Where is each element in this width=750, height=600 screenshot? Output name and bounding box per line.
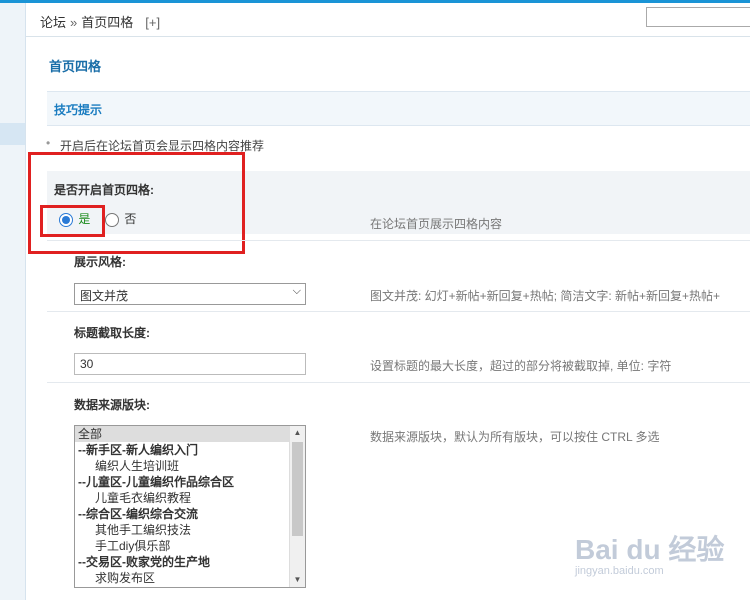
scrollbar-thumb[interactable]: [292, 442, 303, 536]
add-shortcut-button[interactable]: [+]: [145, 15, 160, 30]
divider: [366, 382, 750, 383]
style-label: 展示风格:: [74, 255, 126, 269]
breadcrumb-root[interactable]: 论坛: [40, 15, 66, 30]
list-item[interactable]: --儿童区-儿童编织作品综合区: [75, 474, 305, 490]
title-length-input[interactable]: 30: [74, 353, 306, 375]
page-title: 首页四格: [49, 59, 102, 74]
main-content: 首页四格 技巧提示 开启后在论坛首页会显示四格内容推荐 是否开启首页四格: 是 …: [26, 37, 750, 600]
breadcrumb-separator: »: [70, 15, 78, 30]
source-listbox[interactable]: 全部 --新手区-新人编织入门 编织人生培训班 --儿童区-儿童编织作品综合区 …: [74, 425, 306, 588]
list-item[interactable]: 求购发布区: [75, 570, 305, 586]
list-item[interactable]: 全部: [75, 426, 305, 442]
enable-hint: 在论坛首页展示四格内容: [370, 217, 503, 231]
scroll-down-icon[interactable]: ▼: [290, 573, 305, 587]
chevron-down-icon: ⌵: [292, 285, 301, 297]
title-length-hint: 设置标题的最大长度，超过的部分将被截取掉, 单位: 字符: [370, 359, 672, 373]
divider: [47, 240, 367, 241]
list-item[interactable]: --交易区-败家党的生产地: [75, 554, 305, 570]
listbox-scrollbar[interactable]: ▲ ▼: [289, 426, 305, 587]
annotation-highlight-yes: [40, 205, 105, 237]
divider: [47, 311, 367, 312]
source-label: 数据来源版块:: [74, 398, 150, 412]
list-item[interactable]: 其他手工编织技法: [75, 522, 305, 538]
list-item[interactable]: 手工diy俱乐部: [75, 538, 305, 554]
tips-title: 技巧提示: [54, 103, 103, 117]
divider: [366, 311, 750, 312]
style-select[interactable]: 图文并茂 ⌵: [74, 283, 306, 305]
divider: [47, 382, 367, 383]
list-item[interactable]: 儿童毛衣编织教程: [75, 490, 305, 506]
breadcrumb: 论坛 » 首页四格 [+]: [40, 12, 160, 31]
divider: [366, 240, 750, 241]
annotation-highlight-box: [28, 152, 245, 254]
style-select-value: 图文并茂: [80, 289, 129, 303]
title-length-label: 标题截取长度:: [74, 326, 150, 340]
watermark-logo: Bai du 经验: [575, 534, 725, 565]
list-item[interactable]: --综合区-编织综合交流: [75, 506, 305, 522]
top-bar: 论坛 » 首页四格 [+]: [26, 3, 750, 37]
watermark-url: jingyan.baidu.com: [575, 565, 664, 577]
scroll-up-icon[interactable]: ▲: [290, 426, 305, 440]
source-hint: 数据来源版块，默认为所有版块，可以按住 CTRL 多选: [370, 430, 660, 444]
left-sidebar: [0, 3, 26, 600]
list-item[interactable]: --新手区-新人编织入门: [75, 442, 305, 458]
list-item[interactable]: 编织人生培训班: [75, 458, 305, 474]
sidebar-selected-item[interactable]: [0, 123, 25, 145]
breadcrumb-current: 首页四格: [81, 15, 134, 30]
search-input[interactable]: [646, 7, 750, 27]
style-hint: 图文并茂: 幻灯+新帖+新回复+热帖; 简洁文字: 新帖+新回复+热帖+: [370, 289, 721, 303]
title-length-value: 30: [80, 357, 94, 371]
tips-header: 技巧提示: [47, 91, 750, 126]
